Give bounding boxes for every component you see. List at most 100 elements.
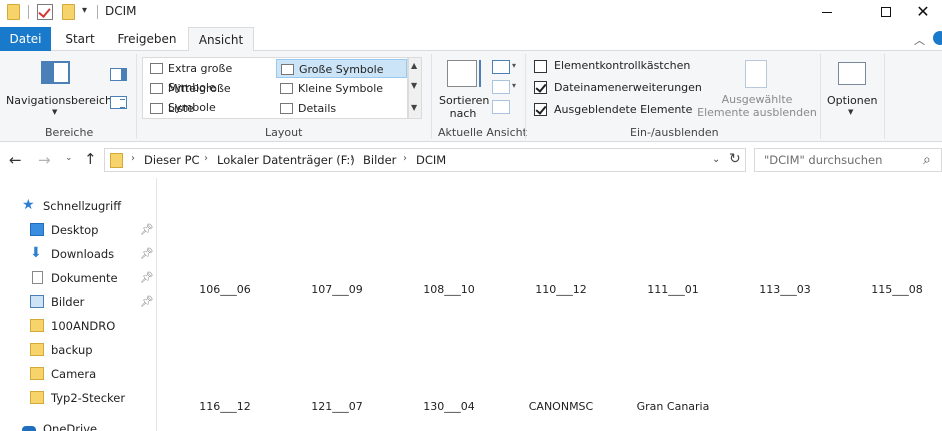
pin-icon[interactable]: 📌︎ [140,291,154,313]
title-bar: ▾ DCIM ✕ [0,0,942,24]
chevron-down-icon[interactable]: ▼ [411,81,417,90]
list-item[interactable]: 108___10 [401,283,497,296]
list-item[interactable]: 110___12 [513,283,609,296]
list-item[interactable]: 121___07 [289,400,385,413]
breadcrumb-separator[interactable]: › [350,153,354,164]
item-checkboxes-checkbox[interactable] [534,60,547,73]
help-icon[interactable] [933,31,942,45]
size-all-columns-icon[interactable] [492,100,510,114]
properties-check-icon[interactable] [37,4,53,20]
maximize-icon [881,7,891,17]
divider [97,5,98,19]
tab-start[interactable]: Start [57,27,103,51]
back-arrow-icon[interactable]: ← [9,151,22,169]
sidebar-item-typ2-stecker[interactable]: Typ2-Stecker [30,387,152,409]
breadcrumb-dcim[interactable]: DCIM [416,153,446,167]
breadcrumb-pictures[interactable]: Bilder [363,153,396,167]
options-icon[interactable] [838,62,866,85]
refresh-icon[interactable]: ↻ [729,151,741,167]
breadcrumb-separator[interactable]: › [204,153,208,164]
tab-file[interactable]: Datei [0,27,51,51]
sidebar-item-camera[interactable]: Camera [30,363,152,385]
up-arrow-icon[interactable]: ↑ [84,150,97,168]
expand-gallery-icon[interactable]: ▼ [411,103,417,112]
recent-locations-chevron-down-icon[interactable]: ⌄ [65,153,73,163]
sidebar-item-backup[interactable]: backup [30,339,152,361]
window-title: DCIM [105,4,137,18]
layout-gallery-scrollbar[interactable]: ▲ ▼ ▼ [408,57,422,119]
item-checkboxes-label[interactable]: Elementkontrollkästchen [554,59,690,72]
sidebar-item-onedrive[interactable]: OneDrive [22,418,152,431]
sidebar-item-100andro[interactable]: 100ANDRO [30,315,152,337]
search-input[interactable]: "DCIM" durchsuchen ⌕ [754,148,942,172]
layout-extra-large-icons[interactable]: Extra große Symbole [146,59,276,94]
folder-icon [30,367,44,380]
layout-list[interactable]: Liste [146,99,276,118]
sidebar-item-downloads[interactable]: ⬇ Downloads 📌︎ [30,243,154,265]
close-icon: ✕ [916,2,930,21]
list-item[interactable]: 130___04 [401,400,497,413]
forward-arrow-icon[interactable]: → [38,151,51,169]
folder-icon [7,4,20,20]
collapse-ribbon-chevron-up-icon[interactable]: ︿ [914,32,925,48]
hide-selected-items-button[interactable]: Ausgewählte Elemente ausblenden [697,93,817,119]
list-item[interactable]: 106___06 [177,283,273,296]
divider [136,54,137,139]
sort-icon[interactable] [447,60,481,87]
list-item[interactable]: 115___08 [849,283,942,296]
hidden-items-label[interactable]: Ausgeblendete Elemente [554,103,692,116]
tab-view[interactable]: Ansicht [188,27,254,52]
address-bar[interactable]: › Dieser PC › Lokaler Datenträger (F:) ›… [104,148,746,172]
minimize-button[interactable] [804,0,850,24]
tab-share[interactable]: Freigeben [113,27,181,51]
layout-details[interactable]: Details [276,99,407,118]
list-item[interactable]: 107___09 [289,283,385,296]
divider [884,54,885,139]
hidden-items-checkbox[interactable] [534,103,547,116]
file-view: 106___06 107___09 108___10 110___12 111_… [157,178,942,431]
new-folder-icon[interactable] [62,4,75,20]
options-button[interactable]: Optionen [827,94,877,107]
layout-large-icons[interactable]: Große Symbole [276,59,407,78]
list-item[interactable]: 116___12 [177,400,273,413]
close-button[interactable]: ✕ [900,0,942,24]
sidebar-item-desktop[interactable]: Desktop 📌︎ [30,219,154,241]
hide-selected-line2: Elemente ausblenden [697,106,817,119]
list-item[interactable]: 111___01 [625,283,721,296]
sidebar-item-documents[interactable]: Dokumente 📌︎ [30,267,154,289]
divider [431,54,432,139]
layout-medium-icons[interactable]: Mittelgroße Symbole [146,79,276,114]
file-extensions-checkbox[interactable] [534,81,547,94]
large-icons-icon [281,64,294,75]
sort-by-button[interactable]: Sortieren nach [439,94,489,120]
chevron-up-icon[interactable]: ▲ [411,61,417,70]
navigation-pane-button[interactable]: Navigationsbereich [6,94,112,107]
breadcrumb-local-disk[interactable]: Lokaler Datenträger (F:) [217,153,355,167]
breadcrumb-this-pc[interactable]: Dieser PC [144,153,200,167]
navigation-pane-icon[interactable] [41,61,70,84]
file-extensions-label[interactable]: Dateinamenerweiterungen [554,81,702,94]
pin-icon[interactable]: 📌︎ [140,267,154,289]
details-pane-icon[interactable] [110,96,127,109]
sidebar-item-pictures[interactable]: Bilder 📌︎ [30,291,154,313]
list-item[interactable]: 113___03 [737,283,833,296]
search-icon[interactable]: ⌕ [923,152,931,168]
medium-icons-icon [150,83,163,94]
preview-pane-icon[interactable] [110,68,127,81]
ribbon-tabs: Datei Start Freigeben Ansicht ︿ [0,27,942,52]
sidebar-item-quick-access[interactable]: ★ Schnellzugriff [22,195,152,217]
group-by-icon[interactable] [492,60,510,74]
search-placeholder: "DCIM" durchsuchen [764,153,883,167]
list-item[interactable]: Gran Canaria [625,400,721,413]
breadcrumb-separator[interactable]: › [403,153,407,164]
pin-icon[interactable]: 📌︎ [140,243,154,265]
layout-small-icons[interactable]: Kleine Symbole [276,79,407,98]
add-columns-icon[interactable] [492,80,510,94]
breadcrumb-separator[interactable]: › [131,153,135,164]
ribbon: Navigationsbereich ▼ Bereiche Extra groß… [0,51,942,142]
address-history-chevron-down-icon[interactable]: ⌄ [712,154,720,165]
list-item[interactable]: CANONMSC [513,400,609,413]
hide-selected-icon [745,60,767,88]
pin-icon[interactable]: 📌︎ [140,219,154,241]
customize-toolbar-chevron-down-icon[interactable]: ▾ [82,5,87,16]
